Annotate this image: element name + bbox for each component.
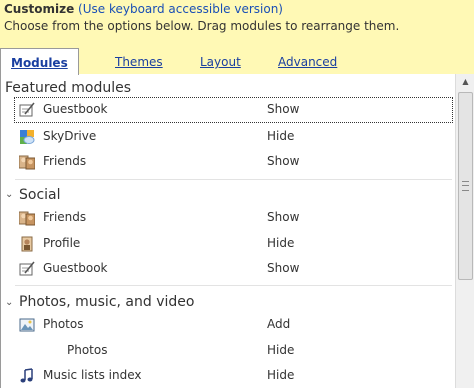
module-name: Music lists index [43, 368, 142, 382]
module-name: Friends [43, 154, 87, 168]
chevron-down-icon[interactable]: ⌄ [5, 297, 13, 308]
group-divider [15, 285, 452, 286]
guestbook-icon [19, 102, 35, 117]
keyboard-accessible-link[interactable]: (Use keyboard accessible version) [78, 2, 283, 16]
customize-title: Customize [4, 2, 75, 16]
tab-layout[interactable]: Layout [200, 55, 241, 69]
group-divider [15, 179, 452, 180]
module-name: Guestbook [43, 261, 108, 275]
module-name: Profile [43, 236, 81, 250]
chevron-down-icon[interactable]: ⌄ [5, 189, 13, 200]
module-status[interactable]: Show [267, 154, 299, 168]
module-name: SkyDrive [43, 129, 97, 143]
module-row-friends[interactable]: Friends Show [15, 150, 452, 174]
header-subtitle: Choose from the options below. Drag modu… [4, 19, 400, 33]
module-status[interactable]: Show [267, 102, 299, 116]
scroll-up-arrow-icon[interactable]: ▲ [456, 74, 474, 90]
module-status[interactable]: Add [267, 317, 290, 331]
module-row-photos[interactable]: Photos Add [15, 313, 452, 337]
module-row-profile[interactable]: Profile Hide [15, 232, 452, 256]
vertical-scrollbar[interactable]: ▲ [455, 74, 474, 388]
module-status[interactable]: Show [267, 210, 299, 224]
module-row-guestbook[interactable]: Guestbook Show [14, 97, 453, 123]
module-status[interactable]: Hide [267, 236, 294, 250]
module-name: Photos [43, 317, 84, 331]
tab-advanced[interactable]: Advanced [278, 55, 337, 69]
module-row-guestbook[interactable]: Guestbook Show [15, 257, 452, 281]
guestbook-icon [19, 261, 35, 276]
group-title-social: Social [19, 187, 61, 203]
friends-icon [19, 211, 35, 226]
scrollbar-grip-icon [462, 181, 469, 191]
tab-bar: Modules Themes Layout Advanced [0, 48, 474, 75]
module-name: Photos [67, 343, 108, 357]
module-name: Friends [43, 210, 87, 224]
scrollbar-thumb[interactable] [458, 92, 473, 280]
group-title-featured: Featured modules [5, 80, 131, 96]
tab-themes[interactable]: Themes [115, 55, 163, 69]
module-status[interactable]: Hide [267, 343, 294, 357]
skydrive-icon [20, 130, 35, 144]
modules-panel: Featured modules Guestbook Show SkyDrive… [0, 74, 474, 388]
friends-icon [19, 155, 35, 170]
module-status[interactable]: Hide [267, 129, 294, 143]
module-status[interactable]: Show [267, 261, 299, 275]
module-row-skydrive[interactable]: SkyDrive Hide [15, 125, 452, 149]
tab-modules[interactable]: Modules [0, 48, 79, 75]
module-name: Guestbook [43, 102, 108, 116]
module-row-photos-sub[interactable]: Photos Hide [15, 339, 452, 363]
module-status[interactable]: Hide [267, 368, 294, 382]
music-note-icon [20, 368, 33, 383]
module-row-music-lists-index[interactable]: Music lists index Hide [15, 364, 452, 388]
customize-header: Customize (Use keyboard accessible versi… [0, 0, 474, 48]
profile-icon [21, 236, 33, 252]
group-title-photos-music-video: Photos, music, and video [19, 294, 195, 310]
photos-icon [19, 318, 35, 332]
module-row-friends[interactable]: Friends Show [15, 206, 452, 230]
header-title-line: Customize (Use keyboard accessible versi… [4, 2, 283, 16]
